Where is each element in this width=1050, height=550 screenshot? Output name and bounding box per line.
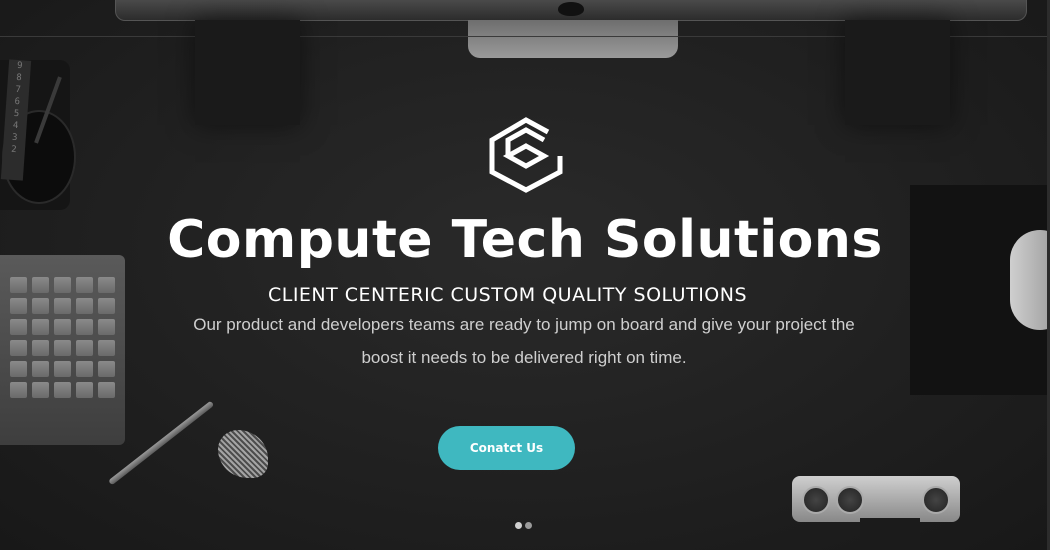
hero-tagline: CLIENT CENTERIC CUSTOM QUALITY SOLUTIONS <box>267 284 748 306</box>
slider-dot-1[interactable] <box>515 522 522 529</box>
camera-dial-icon <box>836 486 864 514</box>
camera-dial-icon <box>922 486 950 514</box>
monitor-stand-image <box>468 20 678 58</box>
camera-image <box>792 476 960 522</box>
camera-tripod-image <box>860 518 920 550</box>
hero-section: 98765432 Compute Tech Solutions CLIENT C… <box>0 0 1050 550</box>
hero-title: Compute Tech Solutions <box>167 210 883 270</box>
slider-pagination <box>515 522 532 529</box>
slider-dot-2[interactable] <box>525 522 532 529</box>
speaker-left-image <box>195 20 300 125</box>
contact-us-button[interactable]: Conatct Us <box>438 426 575 470</box>
speaker-right-image <box>845 20 950 125</box>
hero-description: Our product and developers teams are rea… <box>193 315 855 367</box>
camera-dial-icon <box>802 486 830 514</box>
brush-bristles-image <box>218 430 268 478</box>
monitor-logo-image <box>558 2 584 16</box>
hexagon-c-logo-icon <box>489 117 563 193</box>
